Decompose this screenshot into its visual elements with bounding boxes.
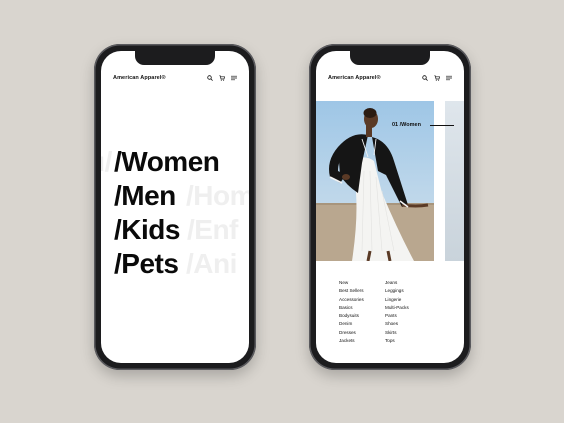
left-phone: American Apparel® u/ /Women /Men /H — [94, 44, 256, 370]
menu-item[interactable]: Leggings — [385, 287, 409, 295]
menu-item[interactable]: Shoes — [385, 320, 409, 328]
category-label: /Kids — [114, 214, 180, 245]
menu-item[interactable]: Pants — [385, 312, 409, 320]
menu-icon[interactable] — [231, 75, 237, 81]
menu-icon[interactable] — [446, 75, 452, 81]
menu-item[interactable]: Denim — [339, 320, 385, 328]
category-item-women[interactable]: u/ /Women — [101, 145, 249, 179]
ghost-text: u/ — [101, 146, 112, 177]
cart-icon[interactable] — [434, 75, 440, 81]
menu-item[interactable]: Accessories — [339, 296, 385, 304]
category-label: /Women — [114, 146, 220, 177]
menu-item[interactable]: Bodysuits — [339, 312, 385, 320]
menu-item[interactable]: Tops — [385, 337, 409, 345]
category-label: /Pets — [114, 248, 179, 279]
menu-item[interactable]: Best Sellers — [339, 287, 385, 295]
search-icon[interactable] — [207, 75, 213, 81]
menu-item[interactable]: Skirts — [385, 329, 409, 337]
brand-logo[interactable]: American Apparel® — [328, 75, 381, 81]
right-phone: American Apparel® 01 /Women New Best Sel… — [309, 44, 471, 370]
brand-logo[interactable]: American Apparel® — [113, 75, 166, 81]
category-item-men[interactable]: /Men /Hom — [114, 179, 249, 213]
category-menu: New Best Sellers Accessories Basics Body… — [339, 279, 409, 345]
menu-item[interactable]: Multi-Packs — [385, 304, 409, 312]
menu-item[interactable]: Dresses — [339, 329, 385, 337]
category-item-pets[interactable]: /Pets /Ani — [114, 247, 249, 281]
category-label: /Men — [114, 180, 176, 211]
hero-label-line — [430, 125, 454, 126]
phone-notch — [350, 51, 430, 65]
phone-notch — [135, 51, 215, 65]
hero-label[interactable]: 01 /Women — [392, 122, 421, 128]
ghost-text: /Ani — [186, 248, 237, 279]
search-icon[interactable] — [422, 75, 428, 81]
menu-item[interactable]: Jackets — [339, 337, 385, 345]
ghost-text: /Hom — [186, 180, 249, 211]
cart-icon[interactable] — [219, 75, 225, 81]
menu-item[interactable]: New — [339, 279, 385, 287]
app-header: American Apparel® — [316, 73, 464, 87]
app-header: American Apparel® — [101, 73, 249, 87]
menu-item[interactable]: Lingerie — [385, 296, 409, 304]
right-screen: American Apparel® 01 /Women New Best Sel… — [316, 51, 464, 363]
menu-item[interactable]: Jeans — [385, 279, 409, 287]
category-item-kids[interactable]: /Kids /Enf — [114, 213, 249, 247]
ghost-text: /Enf — [187, 214, 238, 245]
category-list: u/ /Women /Men /Hom /Kids /Enf /Pets /An… — [101, 145, 249, 281]
menu-column-1: New Best Sellers Accessories Basics Body… — [339, 279, 385, 345]
menu-column-2: Jeans Leggings Lingerie Multi-Packs Pant… — [385, 279, 409, 345]
left-screen: American Apparel® u/ /Women /Men /H — [101, 51, 249, 363]
menu-item[interactable]: Basics — [339, 304, 385, 312]
